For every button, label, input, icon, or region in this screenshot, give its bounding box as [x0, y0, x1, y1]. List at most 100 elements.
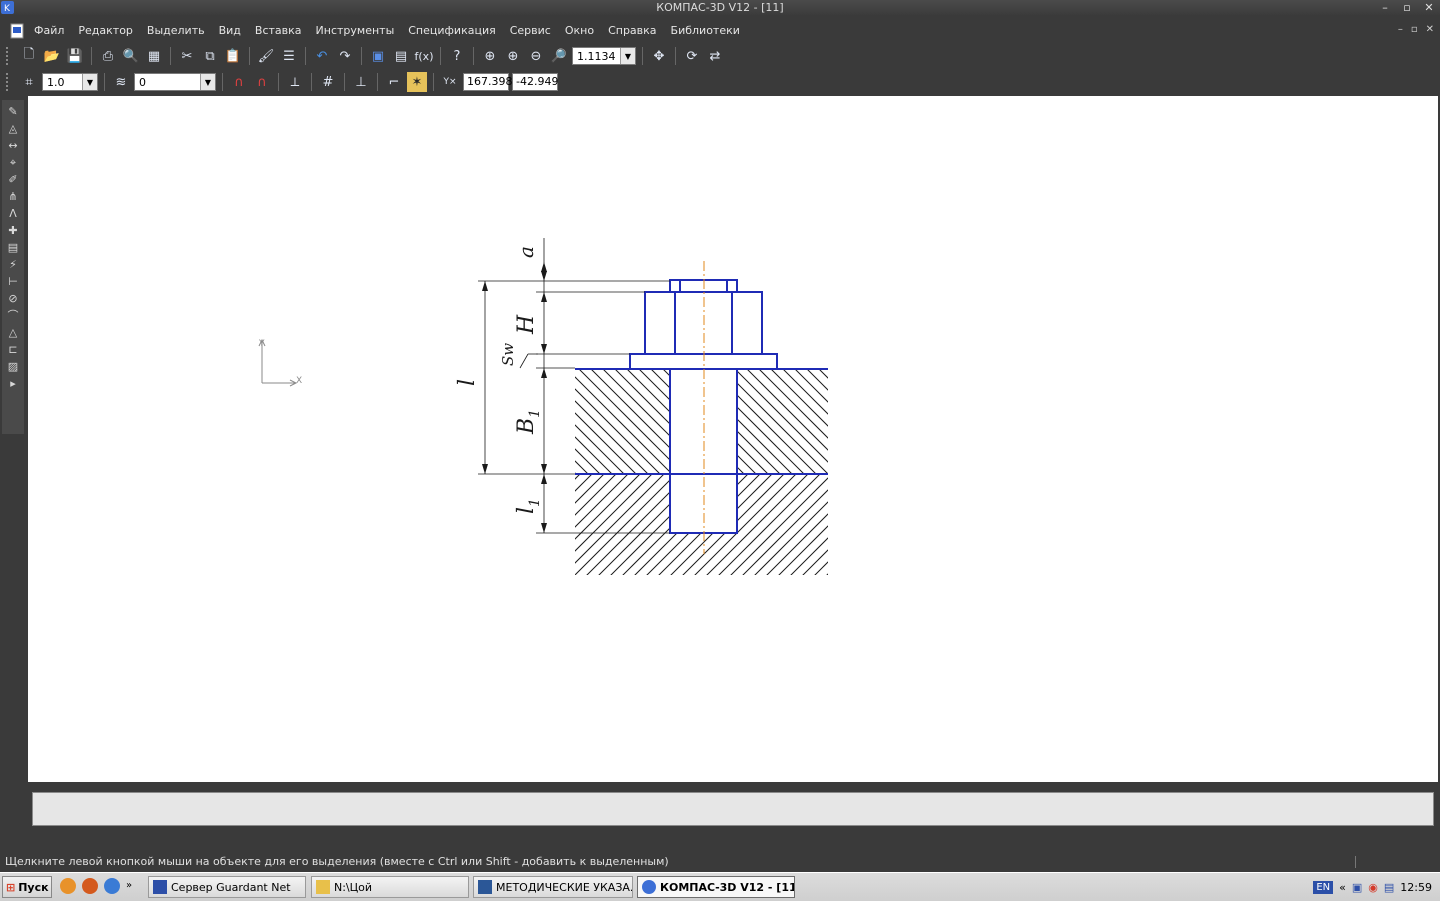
select-tool-icon[interactable]: ✚ — [5, 223, 21, 238]
menu-tools[interactable]: Инструменты — [316, 24, 395, 37]
firefox-icon[interactable] — [82, 878, 98, 894]
menu-select[interactable]: Выделить — [147, 24, 205, 37]
library-button[interactable]: ▤ — [391, 46, 411, 66]
doc-restore-icon[interactable]: ▫ — [1411, 24, 1418, 35]
browser-icon[interactable] — [104, 878, 120, 894]
menu-insert[interactable]: Вставка — [255, 24, 302, 37]
layout-button[interactable]: ▦ — [144, 46, 164, 66]
drawing-canvas[interactable]: a H Sw l B1 l1 X Y — [28, 96, 1438, 782]
chevron-down-icon[interactable]: ▼ — [200, 74, 215, 90]
snap-button[interactable]: ∩ — [229, 72, 249, 92]
tray-monitor-icon[interactable]: ▤ — [1384, 881, 1394, 894]
pan-button[interactable]: ✥ — [649, 46, 669, 66]
properties-panel-body[interactable] — [32, 792, 1434, 826]
tray-app-icon[interactable]: ◉ — [1368, 881, 1378, 894]
minimize-icon[interactable]: – — [1378, 1, 1392, 15]
toolbar-grip[interactable] — [6, 73, 12, 91]
local-cs-button[interactable]: ⊥ — [351, 72, 371, 92]
refresh-button[interactable]: ⟳ — [682, 46, 702, 66]
zoom-in-button[interactable]: ⊕ — [503, 46, 523, 66]
zoom-scale-button[interactable]: 🔎 — [549, 46, 569, 66]
tray-expand-icon[interactable]: « — [1339, 881, 1346, 894]
task-kompas[interactable]: КОМПАС-3D V12 - [11] — [637, 876, 795, 898]
menu-file[interactable]: Файл — [34, 24, 64, 37]
geometry-tool-icon[interactable]: ✎ — [5, 104, 21, 119]
symbols-tool-icon[interactable]: ⌖ — [5, 155, 21, 170]
doc-minimize-icon[interactable]: – — [1398, 24, 1403, 35]
undo-button[interactable]: ↶ — [312, 46, 332, 66]
arc-tool-icon[interactable]: ⌒ — [5, 308, 21, 323]
shapes-tool-icon[interactable]: ◬ — [5, 121, 21, 136]
document-icon[interactable] — [10, 23, 24, 39]
triangle-tool-icon[interactable]: △ — [5, 325, 21, 340]
layer-button[interactable]: ≋ — [111, 72, 131, 92]
print-button[interactable]: ⎙ — [98, 46, 118, 66]
grid-button[interactable]: # — [318, 72, 338, 92]
paste-button[interactable]: 📋 — [223, 46, 243, 66]
expand-panel-icon[interactable]: ▸ — [5, 376, 21, 391]
doc-close-icon[interactable]: ✕ — [1426, 24, 1434, 35]
zoom-window-button[interactable]: ⊕ — [480, 46, 500, 66]
layer-value[interactable]: 0 — [135, 76, 200, 89]
hatch-line — [915, 469, 1125, 679]
variables-button[interactable]: f(x) — [414, 46, 434, 66]
close-icon[interactable]: ✕ — [1422, 1, 1436, 15]
step-value[interactable]: 1.0 — [43, 76, 82, 89]
task-folder[interactable]: N:\Цой — [311, 876, 469, 898]
regenerate-button[interactable]: ⇄ — [705, 46, 725, 66]
step-combo[interactable]: 1.0 ▼ — [42, 73, 98, 91]
save-button[interactable]: 💾 — [65, 46, 85, 66]
menu-libraries[interactable]: Библиотеки — [671, 24, 740, 37]
menu-service[interactable]: Сервис — [510, 24, 551, 37]
menu-editor[interactable]: Редактор — [78, 24, 133, 37]
measure-tool-icon[interactable]: Λ — [5, 206, 21, 221]
help-button[interactable]: ? — [447, 46, 467, 66]
menu-help[interactable]: Справка — [608, 24, 656, 37]
edit-tool-icon[interactable]: ✐ — [5, 172, 21, 187]
language-indicator[interactable]: EN — [1313, 880, 1334, 894]
local-snap-button[interactable]: ∩ — [252, 72, 272, 92]
new-document-button[interactable]: 🗋 — [19, 46, 39, 66]
cut-button[interactable]: ✂ — [177, 46, 197, 66]
manager-button[interactable]: ▣ — [368, 46, 388, 66]
bolt-joint-drawing[interactable]: a H Sw l B1 l1 X Y — [28, 96, 1438, 782]
zoom-value[interactable]: 1.1134 — [573, 50, 620, 63]
redo-button[interactable]: ↷ — [335, 46, 355, 66]
open-button[interactable]: 📂 — [42, 46, 62, 66]
chevron-down-icon[interactable]: ▼ — [620, 48, 635, 64]
task-word-document[interactable]: МЕТОДИЧЕСКИЕ УКАЗА... — [473, 876, 633, 898]
task-guardant-server[interactable]: Сервер Guardant Net — [148, 876, 306, 898]
start-button[interactable]: ⊞ Пуск — [2, 876, 52, 898]
maximize-icon[interactable]: ▫ — [1400, 1, 1414, 15]
menu-window[interactable]: Окно — [565, 24, 594, 37]
toolbar-grip[interactable] — [6, 47, 12, 65]
step-button[interactable]: ⌗ — [19, 72, 39, 92]
more-quicklaunch-icon[interactable]: » — [126, 878, 134, 894]
linear-dim-icon[interactable]: ⊢ — [5, 274, 21, 289]
parametrization-tool-icon[interactable]: ⋔ — [5, 189, 21, 204]
menu-view[interactable]: Вид — [219, 24, 241, 37]
preview-button[interactable]: 🔍 — [121, 46, 141, 66]
properties-button[interactable]: 🖌 — [256, 46, 276, 66]
tray-network-icon[interactable]: ▣ — [1352, 881, 1362, 894]
round-button[interactable]: ✶ — [407, 72, 427, 92]
chevron-down-icon[interactable]: ▼ — [82, 74, 97, 90]
menu-specification[interactable]: Спецификация — [408, 24, 495, 37]
list-button[interactable]: ☰ — [279, 46, 299, 66]
zoom-combo[interactable]: 1.1134 ▼ — [572, 47, 636, 65]
grid-icon: # — [322, 74, 334, 90]
circle-tool-icon[interactable]: ⊘ — [5, 291, 21, 306]
zoom-out-button[interactable]: ⊖ — [526, 46, 546, 66]
hatch-tool-icon[interactable]: ▨ — [5, 359, 21, 374]
ortho-mode-button[interactable]: ⌐ — [384, 72, 404, 92]
associative-views-icon[interactable]: ▤ — [5, 240, 21, 255]
ortho-button[interactable]: ⟂ — [285, 72, 305, 92]
frame-tool-icon[interactable]: ⊏ — [5, 342, 21, 357]
avast-icon[interactable] — [60, 878, 76, 894]
coord-y-field[interactable]: -42.949 — [512, 73, 558, 91]
copy-button[interactable]: ⧉ — [200, 46, 220, 66]
dimensions-tool-icon[interactable]: ↔ — [5, 138, 21, 153]
spec-tool-icon[interactable]: ⚡ — [5, 257, 21, 272]
layer-combo[interactable]: 0 ▼ — [134, 73, 216, 91]
coord-x-field[interactable]: 167.398 — [463, 73, 513, 91]
